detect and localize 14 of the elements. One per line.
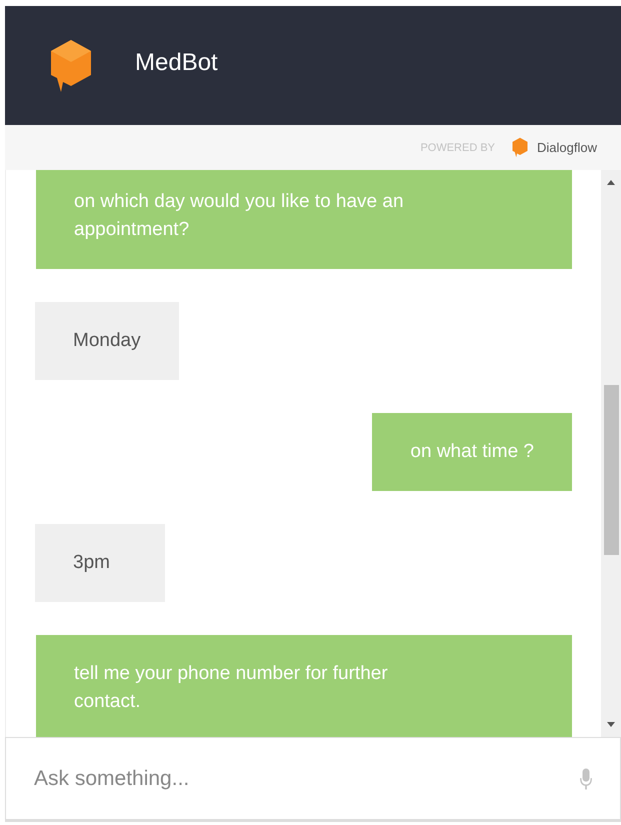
microphone-icon[interactable]: [579, 767, 593, 791]
message-input[interactable]: Ask something...: [5, 737, 621, 822]
scrollbar[interactable]: [601, 170, 621, 737]
scroll-down-icon[interactable]: [607, 722, 615, 727]
bot-name: MedBot: [135, 48, 218, 76]
message-bubble: Monday: [35, 302, 179, 380]
brand-name: Dialogflow: [537, 140, 597, 155]
scroll-up-icon[interactable]: [607, 180, 615, 185]
message-bubble: 3pm: [35, 524, 165, 602]
message-bubble: on which day would you like to have an appointment?: [36, 170, 572, 269]
message-bubble: on what time ?: [372, 413, 572, 491]
message-bubble: tell me your phone number for further contact.: [36, 635, 572, 737]
cube-logo-icon: [511, 137, 530, 158]
scroll-thumb[interactable]: [604, 385, 619, 555]
